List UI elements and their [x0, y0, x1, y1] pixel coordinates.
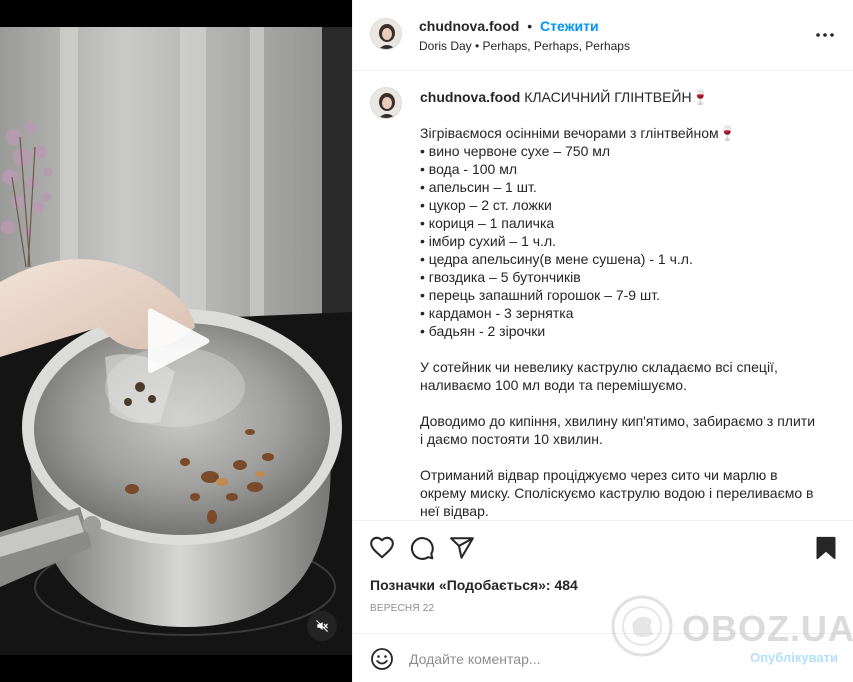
ingredient-item: • кардамон - 3 зернятка: [420, 305, 574, 321]
ingredient-item: • вино червоне сухе – 750 мл: [420, 143, 611, 159]
play-button[interactable]: [146, 305, 212, 377]
comment-button[interactable]: [409, 535, 435, 561]
ingredient-item: • імбир сухий – 1 ч.л.: [420, 233, 557, 249]
publish-button[interactable]: Опублікувати: [750, 650, 838, 665]
caption-section[interactable]: chudnova.food КЛАСИЧНИЙ ГЛІНТВЕЙН🍷 Зігрі…: [353, 72, 853, 519]
ingredient-item: • перець запашний горошок – 7-9 шт.: [420, 287, 660, 303]
step-line: Доводимо до кипіння, хвилину кип'ятимо, …: [420, 413, 816, 429]
profile-photo: [371, 88, 401, 118]
ingredients-list: • вино червоне сухе – 750 мл • вода - 10…: [420, 142, 830, 340]
likes-count[interactable]: Позначки «Подобається»: 484: [370, 577, 578, 593]
actions-section: Позначки «Подобається»: 484 ВЕРЕСНЯ 22: [353, 520, 853, 631]
caption-title-line: chudnova.food КЛАСИЧНИЙ ГЛІНТВЕЙН🍷: [420, 88, 830, 106]
ingredient-item: • бадьян - 2 зірочки: [420, 323, 546, 339]
ingredient-item: • цукор – 2 ст. ложки: [420, 197, 552, 213]
ingredient-item: • гвоздика – 5 бутончиків: [420, 269, 581, 285]
ingredient-item: • апельсин – 1 шт.: [420, 179, 537, 195]
emoji-button[interactable]: [370, 647, 394, 671]
step-line: і даємо постояти 10 хвилин.: [420, 431, 603, 447]
share-button[interactable]: [449, 535, 475, 561]
more-options-button[interactable]: [816, 26, 834, 44]
save-button[interactable]: [813, 535, 839, 561]
bookmark-icon: [816, 536, 836, 560]
follow-button[interactable]: Стежити: [540, 18, 599, 34]
audio-track-link[interactable]: Doris Day • Perhaps, Perhaps, Perhaps: [419, 39, 630, 53]
heart-icon: [370, 536, 394, 559]
more-dots-icon: [816, 33, 834, 37]
comment-icon: [410, 537, 434, 560]
step-line: наливаємо 100 мл води та перемішуємо.: [420, 377, 687, 393]
like-button[interactable]: [369, 535, 395, 561]
step-paragraph-1: У сотейник чи невелику каструлю складаєм…: [420, 358, 830, 394]
profile-photo: [371, 19, 401, 49]
share-icon: [450, 537, 474, 559]
play-icon: [148, 308, 210, 373]
step-paragraph-2: Доводимо до кипіння, хвилину кип'ятимо, …: [420, 412, 830, 448]
separator-dot: •: [527, 18, 533, 34]
video-player[interactable]: [0, 0, 352, 682]
caption-intro: Зігріваємося осінніми вечорами з глінтве…: [420, 125, 737, 141]
emoji-icon: [371, 648, 393, 670]
step-line: окрему миску. Споліскуємо каструлю водою…: [420, 485, 814, 501]
ingredient-item: • цедра апельсину(в мене сушена) - 1 ч.л…: [420, 251, 693, 267]
step-line: У сотейник чи невелику каструлю складаєм…: [420, 359, 778, 375]
ingredient-item: • кориця – 1 паличка: [420, 215, 555, 231]
caption-text: chudnova.food КЛАСИЧНИЙ ГЛІНТВЕЙН🍷 Зігрі…: [420, 88, 830, 519]
ingredient-item: • вода - 100 мл: [420, 161, 517, 177]
avatar[interactable]: [370, 18, 402, 50]
caption-title: КЛАСИЧНИЙ ГЛІНТВЕЙН🍷: [524, 89, 710, 105]
caption-username-link[interactable]: chudnova.food: [420, 89, 520, 105]
step-line: Отриманий відвар проціджуємо через сито …: [420, 467, 778, 483]
step-line: неї відвар.: [420, 503, 489, 519]
post-panel: chudnova.food • Стежити Doris Day • Perh…: [352, 0, 853, 682]
speaker-muted-icon: [316, 620, 328, 632]
comment-input[interactable]: [409, 647, 729, 671]
step-paragraph-3: Отриманий відвар проціджуємо через сито …: [420, 466, 830, 519]
caption-avatar[interactable]: [370, 87, 402, 119]
post-header: chudnova.food • Стежити Doris Day • Perh…: [353, 0, 853, 71]
post-date: ВЕРЕСНЯ 22: [370, 603, 435, 614]
add-comment-section: Опублікувати: [353, 633, 853, 682]
username-link[interactable]: chudnova.food: [419, 18, 519, 34]
header-title-row: chudnova.food • Стежити: [419, 18, 599, 34]
mute-button[interactable]: [307, 611, 337, 641]
